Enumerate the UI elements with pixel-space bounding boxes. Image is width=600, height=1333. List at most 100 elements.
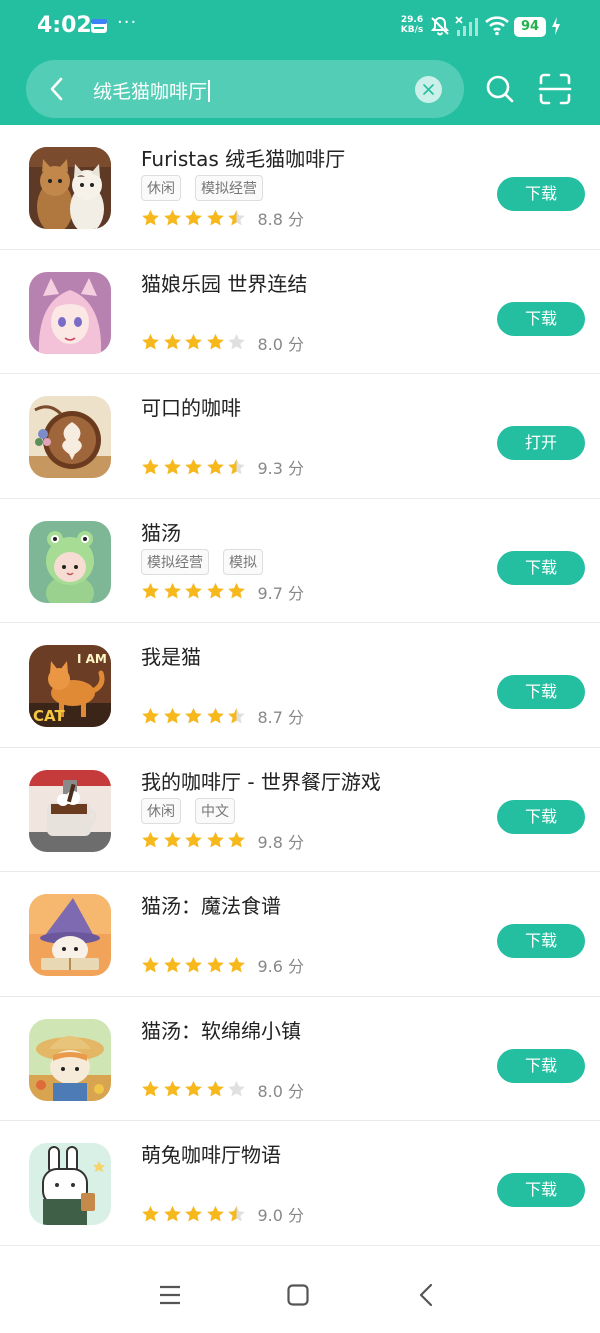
- list-item[interactable]: 猫汤：软绵绵小镇 8.0 分 下载: [0, 997, 600, 1121]
- star-full-icon: [142, 707, 159, 723]
- star-full-icon: [185, 831, 202, 848]
- search-bar[interactable]: 绒毛猫咖啡厅: [26, 60, 464, 118]
- app-title: Furistas 绒毛猫咖啡厅: [141, 147, 346, 171]
- tag: 模拟: [223, 548, 263, 575]
- star-full-icon: [185, 209, 202, 225]
- star-rating: [141, 831, 249, 850]
- status-time: 4:02: [37, 13, 92, 38]
- star-rating: [141, 1205, 249, 1224]
- search-input[interactable]: 绒毛猫咖啡厅: [93, 77, 211, 104]
- wifi-icon: [485, 16, 509, 36]
- wizard-cat-icon: [29, 894, 111, 976]
- star-full-icon: [206, 1205, 224, 1221]
- search-icon[interactable]: [485, 74, 515, 104]
- star-full-icon: [163, 831, 181, 848]
- download-button[interactable]: 下载: [497, 301, 585, 336]
- open-button[interactable]: 打开: [497, 426, 585, 460]
- back-arrow-icon[interactable]: [44, 75, 70, 103]
- star-rating: [141, 707, 249, 726]
- score-text: 9.6 分: [257, 957, 305, 976]
- star-full-icon: [185, 458, 202, 474]
- download-button[interactable]: 下载: [497, 675, 585, 709]
- star-full-icon: [185, 582, 202, 599]
- app-title: 猫汤：魔法食谱: [141, 894, 281, 918]
- tag-list: 模拟经营 模拟: [141, 548, 277, 575]
- list-item[interactable]: 猫汤 模拟经营 模拟 9.7 分 下载: [0, 499, 600, 623]
- score-text: 9.8 分: [257, 832, 305, 852]
- clear-icon: [423, 84, 434, 95]
- list-item[interactable]: 猫娘乐园 世界连结 8.0 分 下载: [0, 250, 600, 374]
- latte-art-icon: [29, 396, 111, 478]
- frog-hood-icon: [29, 520, 111, 603]
- star-full-icon: [206, 1080, 224, 1097]
- app-title: 猫娘乐园 世界连结: [141, 271, 308, 296]
- download-button[interactable]: 下载: [497, 1173, 585, 1207]
- star-rating: [141, 582, 249, 601]
- star-half-icon: [228, 209, 245, 225]
- star-rating: [141, 956, 249, 975]
- star-half-icon: [228, 707, 245, 723]
- system-nav-bar: [0, 1255, 600, 1333]
- list-item[interactable]: I AM CAT 我是猫 8.7 分 下载: [0, 623, 600, 748]
- star-rating: [141, 333, 249, 352]
- tag: 模拟经营: [141, 548, 209, 575]
- score-text: 8.8 分: [257, 210, 305, 229]
- star-full-icon: [142, 209, 159, 225]
- star-full-icon: [206, 956, 224, 972]
- menu-icon[interactable]: [159, 1285, 181, 1305]
- download-button[interactable]: 下载: [497, 924, 585, 958]
- star-full-icon: [142, 831, 159, 848]
- rating: 9.6 分: [141, 954, 304, 976]
- star-full-icon: [163, 1080, 181, 1097]
- download-button[interactable]: 下载: [497, 1048, 585, 1083]
- app-title: 萌兔咖啡厅物语: [141, 1143, 281, 1167]
- list-item[interactable]: 萌兔咖啡厅物语 9.0 分 下载: [0, 1121, 600, 1246]
- star-full-icon: [185, 1205, 202, 1221]
- list-item[interactable]: 可口的咖啡 9.3 分 打开: [0, 374, 600, 499]
- star-full-icon: [163, 956, 181, 972]
- rating: 8.7 分: [141, 705, 304, 727]
- tag-list: 休闲 模拟经营: [141, 175, 277, 201]
- tag: 中文: [195, 797, 235, 824]
- bunny-barista-icon: [29, 1143, 111, 1225]
- app-title: 可口的咖啡: [141, 396, 241, 420]
- app-title: 我的咖啡厅 - 世界餐厅游戏: [141, 769, 381, 794]
- rating: 9.7 分: [141, 581, 304, 603]
- score-text: 8.7 分: [257, 708, 305, 727]
- star-empty-icon: [228, 333, 245, 350]
- star-full-icon: [228, 831, 245, 848]
- star-full-icon: [206, 582, 224, 599]
- star-full-icon: [163, 582, 181, 599]
- rating: 9.3 分: [141, 456, 304, 478]
- status-bar: 4:02 ··· 29.6 KB/s 94: [0, 0, 600, 56]
- list-item[interactable]: 猫汤：魔法食谱 9.6 分 下载: [0, 872, 600, 997]
- app-title: 猫汤: [141, 520, 181, 545]
- download-button[interactable]: 下载: [497, 550, 585, 585]
- list-item[interactable]: Furistas 绒毛猫咖啡厅 休闲 模拟经营 8.8 分 下载: [0, 125, 600, 250]
- back-icon[interactable]: [417, 1283, 435, 1307]
- hot-chocolate-icon: [29, 769, 111, 852]
- rating: 9.8 分: [141, 830, 304, 852]
- score-text: 9.7 分: [257, 583, 305, 603]
- bell-off-icon: [430, 16, 450, 36]
- download-button[interactable]: 下载: [497, 177, 585, 211]
- star-full-icon: [142, 333, 159, 350]
- scan-icon[interactable]: [538, 72, 572, 106]
- message-icon: [91, 19, 107, 33]
- star-full-icon: [206, 707, 224, 723]
- star-rating: [141, 1080, 249, 1099]
- i-am-cat-icon: I AM CAT: [29, 645, 111, 727]
- home-icon[interactable]: [287, 1284, 309, 1306]
- star-full-icon: [142, 1205, 159, 1221]
- list-item[interactable]: 我的咖啡厅 - 世界餐厅游戏 休闲 中文 9.8 分 下载: [0, 748, 600, 872]
- clear-search-button[interactable]: [415, 76, 442, 103]
- svg-text:CAT: CAT: [33, 707, 65, 725]
- star-rating: [141, 458, 249, 477]
- star-full-icon: [163, 707, 181, 723]
- signal-icon: [455, 16, 478, 36]
- star-full-icon: [142, 458, 159, 474]
- score-text: 9.0 分: [257, 1206, 305, 1225]
- star-full-icon: [228, 582, 245, 599]
- star-full-icon: [163, 333, 181, 350]
- download-button[interactable]: 下载: [497, 799, 585, 834]
